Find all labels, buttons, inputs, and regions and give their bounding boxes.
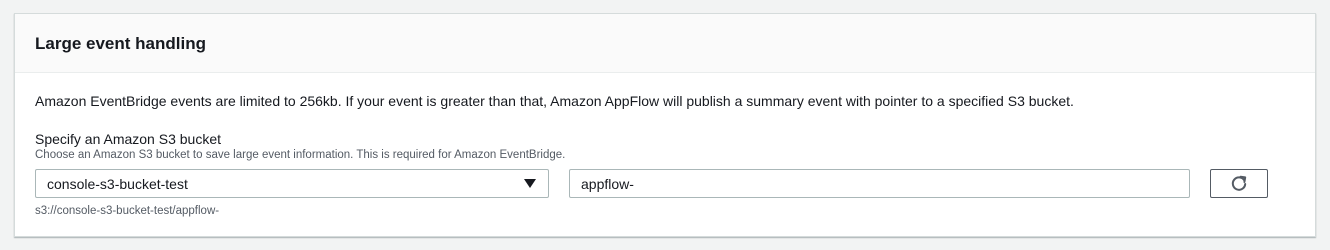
- panel-description: Amazon EventBridge events are limited to…: [35, 93, 1074, 109]
- s3-path-preview: s3://console-s3-bucket-test/appflow-: [35, 205, 220, 217]
- bucket-field-hint: Choose an Amazon S3 bucket to save large…: [35, 149, 566, 161]
- refresh-button[interactable]: [1210, 169, 1268, 198]
- bucket-select[interactable]: console-s3-bucket-test: [35, 169, 549, 198]
- bucket-controls: console-s3-bucket-test: [35, 169, 1295, 198]
- panel-header: Large event handling: [15, 14, 1315, 73]
- bucket-select-value: console-s3-bucket-test: [47, 175, 188, 192]
- panel-body: Amazon EventBridge events are limited to…: [15, 73, 1315, 217]
- panel-title: Large event handling: [35, 33, 206, 53]
- caret-down-icon: [524, 179, 536, 188]
- large-event-handling-panel: Large event handling Amazon EventBridge …: [14, 13, 1316, 237]
- bucket-field-label: Specify an Amazon S3 bucket: [35, 131, 221, 147]
- refresh-icon: [1231, 175, 1247, 191]
- bucket-prefix-input[interactable]: [569, 169, 1190, 198]
